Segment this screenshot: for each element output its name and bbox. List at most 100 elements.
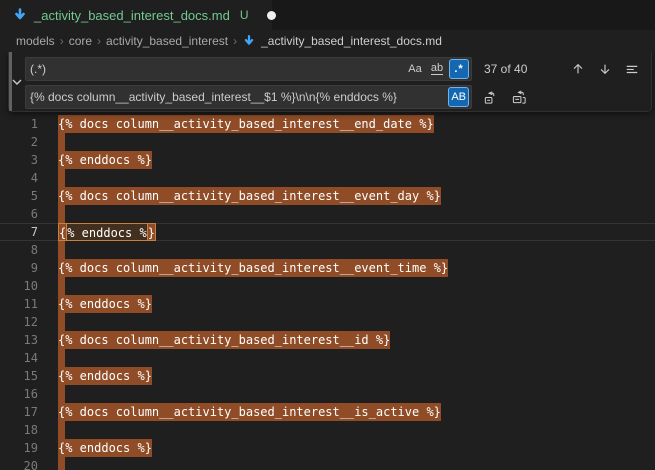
line-content[interactable]: {% enddocs %}	[58, 439, 152, 457]
line-number: 8	[0, 241, 38, 259]
chevron-right-icon: ›	[60, 34, 64, 48]
close-find-button[interactable]	[649, 59, 655, 79]
find-match-highlight: {% docs column__activity_based_interest_…	[58, 331, 390, 349]
breadcrumb-file[interactable]: _activity_based_interest_docs.md	[242, 34, 442, 48]
unsaved-dot-icon[interactable]	[267, 11, 276, 20]
code-area[interactable]: 1 {% docs column__activity_based_interest…	[0, 115, 655, 470]
markdown-file-icon	[242, 34, 256, 48]
code-line[interactable]: 17 {% docs column__activity_based_interes…	[0, 403, 655, 421]
line-content[interactable]: {% docs column__activity_based_interest_…	[58, 259, 448, 277]
line-content[interactable]: {% docs column__activity_based_interest_…	[58, 187, 441, 205]
code-line[interactable]: 16	[0, 385, 655, 403]
find-match-empty-highlight	[58, 313, 65, 331]
match-case-toggle[interactable]: Aa	[405, 59, 425, 79]
line-number: 1	[0, 115, 38, 133]
code-line[interactable]: 1 {% docs column__activity_based_interest…	[0, 115, 655, 133]
next-match-button[interactable]	[595, 59, 615, 79]
breadcrumb-core[interactable]: core	[69, 34, 92, 48]
previous-match-button[interactable]	[568, 59, 588, 79]
line-number: 18	[0, 421, 38, 439]
replace-all-button[interactable]	[509, 87, 529, 107]
matching-bracket-close: }	[147, 223, 156, 241]
line-content[interactable]	[58, 349, 65, 367]
find-match-highlight: {% enddocs %}	[58, 295, 152, 313]
breadcrumb-file-label: _activity_based_interest_docs.md	[261, 34, 442, 48]
line-content[interactable]	[58, 277, 65, 295]
find-match-empty-highlight	[58, 457, 65, 470]
find-match-highlight: {% enddocs %}	[58, 151, 152, 169]
code-line[interactable]: 13{% docs column__activity_based_interes…	[0, 331, 655, 349]
line-content[interactable]: {% enddocs %}	[58, 151, 152, 169]
vscode-window: _activity_based_interest_docs.md U model…	[0, 0, 655, 470]
line-content[interactable]: {% docs column__activity_based_interest_…	[58, 403, 441, 421]
matching-bracket-open: {	[58, 223, 67, 241]
line-content[interactable]	[58, 169, 65, 187]
line-content[interactable]: {% docs column__activity_based_interest_…	[58, 115, 434, 133]
code-line[interactable]: 2	[0, 133, 655, 151]
tab-filename: _activity_based_interest_docs.md	[34, 8, 230, 23]
code-line[interactable]: 8	[0, 241, 655, 259]
line-number: 7	[0, 223, 38, 241]
line-number: 17	[0, 403, 38, 421]
line-content[interactable]	[58, 385, 65, 403]
replace-input[interactable]	[25, 85, 472, 109]
code-line[interactable]: 9 {% docs column__activity_based_interest…	[0, 259, 655, 277]
breadcrumb-activity-based-interest[interactable]: activity_based_interest	[106, 34, 228, 48]
replace-button[interactable]	[480, 87, 500, 107]
code-line[interactable]: 15{% enddocs %}	[0, 367, 655, 385]
line-number: 5	[0, 187, 38, 205]
line-content[interactable]	[58, 421, 65, 439]
line-content[interactable]	[58, 313, 65, 331]
code-line[interactable]: 20	[0, 457, 655, 470]
line-number: 19	[0, 439, 38, 457]
find-in-selection-button[interactable]	[622, 59, 642, 79]
line-content[interactable]	[58, 205, 65, 223]
line-content[interactable]: {% enddocs %}	[58, 295, 152, 313]
line-number: 9	[0, 259, 38, 277]
code-line[interactable]: 10	[0, 277, 655, 295]
line-content[interactable]	[58, 241, 65, 259]
find-match-empty-highlight	[58, 421, 65, 439]
code-line[interactable]: 12	[0, 313, 655, 331]
replace-all-icon	[512, 90, 527, 105]
breadcrumb: models › core › activity_based_interest …	[0, 30, 655, 52]
line-content[interactable]: {% docs column__activity_based_interest_…	[58, 331, 390, 349]
line-number: 20	[0, 457, 38, 470]
code-line[interactable]: 7 {% enddocs %}	[0, 223, 655, 241]
code-line[interactable]: 19 {% enddocs %}	[0, 439, 655, 457]
git-status-badge: U	[240, 8, 249, 22]
code-line[interactable]: 3 {% enddocs %}	[0, 151, 655, 169]
find-match-highlight: {% enddocs %}	[58, 367, 152, 385]
chevron-right-icon: ›	[97, 34, 101, 48]
preserve-case-toggle[interactable]: AB	[448, 87, 469, 107]
three-lines-icon	[625, 62, 639, 76]
code-line[interactable]: 11{% enddocs %}	[0, 295, 655, 313]
code-line[interactable]: 14	[0, 349, 655, 367]
code-line[interactable]: 4	[0, 169, 655, 187]
tab-bar: _activity_based_interest_docs.md U	[0, 0, 655, 30]
find-match-highlight: {% docs column__activity_based_interest_…	[58, 115, 434, 133]
arrow-up-icon	[571, 62, 585, 76]
code-line[interactable]: 6	[0, 205, 655, 223]
chevron-right-icon: ›	[233, 34, 237, 48]
code-line[interactable]: 18	[0, 421, 655, 439]
match-count: 37 of 40	[484, 62, 548, 76]
line-content[interactable]	[58, 133, 65, 151]
tab-activity-based-interest-docs[interactable]: _activity_based_interest_docs.md U	[0, 0, 272, 30]
editor[interactable]: Aa ab .* 37 of 40	[0, 52, 655, 470]
replace-row: AB	[25, 85, 655, 109]
line-content[interactable]	[58, 457, 65, 470]
line-content[interactable]: {% enddocs %}	[58, 367, 152, 385]
regex-toggle[interactable]: .*	[449, 59, 469, 79]
find-match-highlight: {% docs column__activity_based_interest_…	[58, 187, 441, 205]
line-content[interactable]: {% enddocs %}	[58, 223, 156, 241]
code-line[interactable]: 5 {% docs column__activity_based_interest…	[0, 187, 655, 205]
find-match-highlight: {% docs column__activity_based_interest_…	[58, 403, 441, 421]
breadcrumb-models[interactable]: models	[16, 34, 55, 48]
whole-word-toggle[interactable]: ab	[427, 59, 447, 79]
find-widget-resize-sash[interactable]	[9, 52, 12, 111]
line-number: 3	[0, 151, 38, 169]
find-match-empty-highlight	[58, 205, 65, 223]
line-number: 4	[0, 169, 38, 187]
current-find-match: {% enddocs %}	[58, 223, 156, 241]
